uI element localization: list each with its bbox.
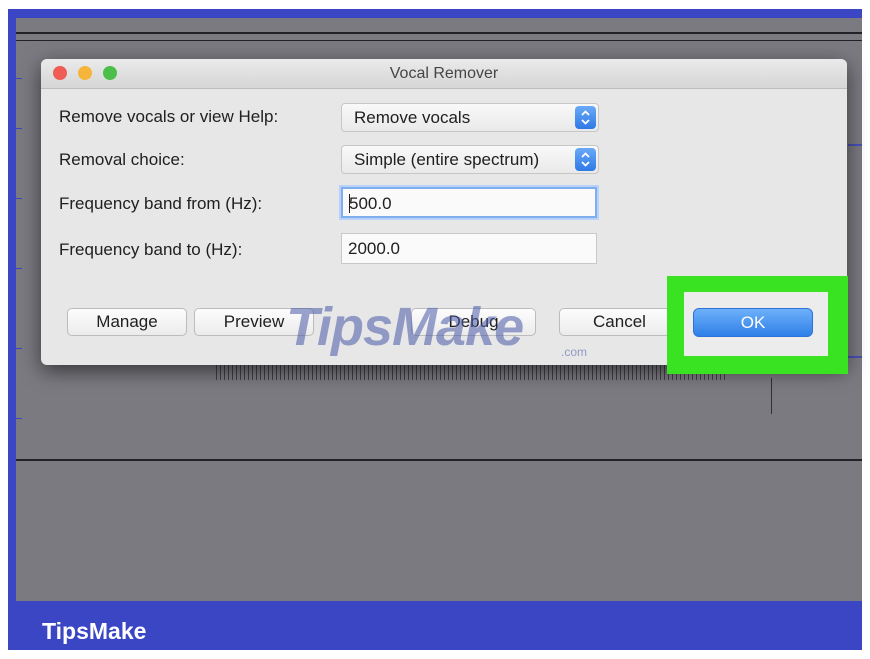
dialog-title: Vocal Remover (389, 65, 499, 82)
removal-choice-select[interactable]: Simple (entire spectrum) (341, 145, 599, 174)
up-down-chevron-icon[interactable] (575, 106, 596, 129)
track-divider (16, 32, 862, 34)
ruler-tick (16, 128, 22, 129)
ruler-tick (16, 78, 22, 79)
remove-vocals-select[interactable]: Remove vocals (341, 103, 599, 132)
text-cursor (349, 194, 350, 213)
remove-vocals-value: Remove vocals (354, 108, 471, 127)
watermark-logo: TipsMake (286, 297, 524, 357)
footer-brand: TipsMake (42, 618, 147, 644)
frequency-from-label: Frequency band from (Hz): (59, 194, 263, 213)
ruler-tick (16, 418, 22, 419)
manage-button[interactable]: Manage (67, 308, 187, 336)
removal-choice-value: Simple (entire spectrum) (354, 150, 540, 169)
ruler-tick (848, 356, 862, 358)
up-down-chevron-icon[interactable] (575, 148, 596, 171)
playhead-line (771, 378, 772, 414)
track-divider (16, 40, 862, 41)
frequency-to-value: 2000.0 (348, 239, 400, 258)
removal-choice-label: Removal choice: (59, 150, 185, 169)
cancel-button[interactable]: Cancel (559, 308, 680, 336)
ruler-tick (16, 198, 22, 199)
frequency-to-input[interactable]: 2000.0 (341, 233, 597, 264)
frequency-to-label: Frequency band to (Hz): (59, 240, 243, 259)
track-divider (16, 459, 862, 461)
ok-button[interactable]: OK (693, 308, 813, 337)
frequency-from-input[interactable]: 500.0 (341, 187, 597, 218)
ruler-tick (16, 348, 22, 349)
watermark-suffix: .com (561, 345, 588, 359)
ruler-tick (848, 144, 862, 146)
dialog-titlebar: Vocal Remover (41, 59, 847, 89)
frequency-from-value: 500.0 (349, 194, 392, 213)
remove-vocals-label: Remove vocals or view Help: (59, 107, 279, 126)
ruler-tick (16, 268, 22, 269)
